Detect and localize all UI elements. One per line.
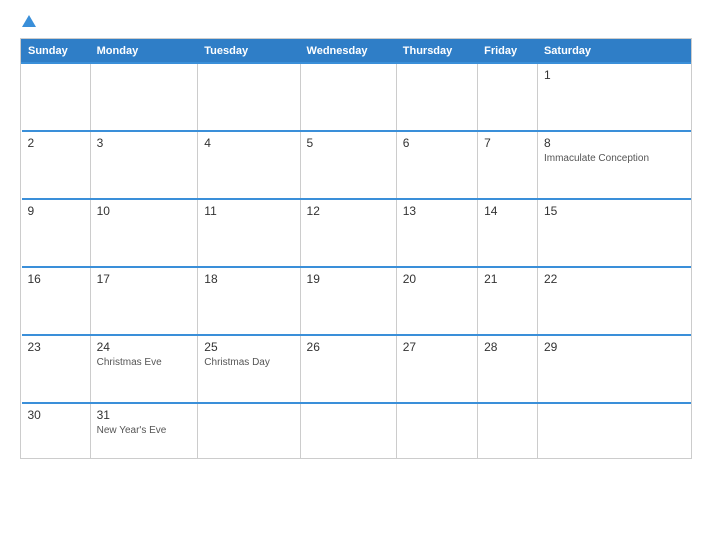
calendar-cell: 18	[198, 267, 300, 335]
calendar-cell	[396, 63, 477, 131]
calendar-cell	[478, 63, 538, 131]
weekday-header-tuesday: Tuesday	[198, 40, 300, 64]
calendar-header	[20, 16, 692, 28]
calendar-cell: 13	[396, 199, 477, 267]
day-number: 23	[28, 340, 84, 354]
calendar-cell	[396, 403, 477, 458]
calendar-cell: 28	[478, 335, 538, 403]
weekday-header-sunday: Sunday	[22, 40, 91, 64]
calendar-cell	[198, 403, 300, 458]
weekday-header-saturday: Saturday	[537, 40, 690, 64]
calendar-cell: 23	[22, 335, 91, 403]
day-number: 21	[484, 272, 531, 286]
weekday-header-wednesday: Wednesday	[300, 40, 396, 64]
day-number: 19	[307, 272, 390, 286]
calendar-cell	[478, 403, 538, 458]
calendar-week-row: 9 10 11 12 13 14 15	[22, 199, 691, 267]
day-number: 27	[403, 340, 471, 354]
day-number: 28	[484, 340, 531, 354]
calendar-cell: 4	[198, 131, 300, 199]
day-number: 16	[28, 272, 84, 286]
day-number: 4	[204, 136, 293, 150]
calendar-cell	[22, 63, 91, 131]
day-number: 20	[403, 272, 471, 286]
calendar-body: 12345678Immaculate Conception91011121314…	[22, 63, 691, 458]
event-name: Christmas Day	[204, 356, 293, 369]
calendar-cell: 24 Christmas Eve	[90, 335, 198, 403]
calendar-cell: 26	[300, 335, 396, 403]
calendar-cell: 5	[300, 131, 396, 199]
day-number: 15	[544, 204, 685, 218]
calendar-cell: 14	[478, 199, 538, 267]
calendar-cell: 30	[22, 403, 91, 458]
day-number: 24	[97, 340, 192, 354]
logo	[20, 16, 36, 28]
calendar-cell: 8 Immaculate Conception	[537, 131, 690, 199]
day-number: 9	[28, 204, 84, 218]
day-number: 30	[28, 408, 84, 422]
event-name: Immaculate Conception	[544, 152, 685, 165]
calendar-week-row: 23 24 Christmas Eve 25 Christmas Day 26 27 28 29	[22, 335, 691, 403]
day-number: 3	[97, 136, 192, 150]
day-number: 26	[307, 340, 390, 354]
weekday-header-thursday: Thursday	[396, 40, 477, 64]
calendar-cell: 17	[90, 267, 198, 335]
calendar-cell: 19	[300, 267, 396, 335]
day-number: 18	[204, 272, 293, 286]
calendar-cell: 11	[198, 199, 300, 267]
day-number: 31	[97, 408, 192, 422]
calendar-cell: 6	[396, 131, 477, 199]
calendar-cell: 31 New Year's Eve	[90, 403, 198, 458]
calendar-cell: 29	[537, 335, 690, 403]
calendar-cell	[90, 63, 198, 131]
day-number: 11	[204, 204, 293, 218]
calendar-wrapper: SundayMondayTuesdayWednesdayThursdayFrid…	[20, 38, 692, 459]
calendar-cell	[198, 63, 300, 131]
calendar-cell: 1	[537, 63, 690, 131]
calendar-cell: 27	[396, 335, 477, 403]
calendar-cell: 20	[396, 267, 477, 335]
calendar-cell: 16	[22, 267, 91, 335]
day-number: 5	[307, 136, 390, 150]
calendar-cell	[300, 403, 396, 458]
calendar-week-row: 30 31 New Year's Eve	[22, 403, 691, 458]
calendar-cell: 9	[22, 199, 91, 267]
logo-triangle-icon	[22, 15, 36, 27]
calendar-table: SundayMondayTuesdayWednesdayThursdayFrid…	[21, 39, 691, 458]
day-number: 25	[204, 340, 293, 354]
calendar-header-row: SundayMondayTuesdayWednesdayThursdayFrid…	[22, 40, 691, 64]
calendar-cell: 15	[537, 199, 690, 267]
calendar-week-row: 16 17 18 19 20 21 22	[22, 267, 691, 335]
day-number: 7	[484, 136, 531, 150]
calendar-cell: 25 Christmas Day	[198, 335, 300, 403]
calendar-cell: 21	[478, 267, 538, 335]
event-name: Christmas Eve	[97, 356, 192, 369]
day-number: 1	[544, 68, 685, 82]
calendar-week-row: 1	[22, 63, 691, 131]
calendar-cell: 10	[90, 199, 198, 267]
calendar-cell: 2	[22, 131, 91, 199]
calendar-week-row: 2345678 Immaculate Conception	[22, 131, 691, 199]
day-number: 10	[97, 204, 192, 218]
event-name: New Year's Eve	[97, 424, 192, 437]
day-number: 22	[544, 272, 685, 286]
day-number: 2	[28, 136, 84, 150]
weekday-header-monday: Monday	[90, 40, 198, 64]
calendar-cell	[300, 63, 396, 131]
calendar-cell: 7	[478, 131, 538, 199]
calendar-cell: 12	[300, 199, 396, 267]
calendar-cell: 22	[537, 267, 690, 335]
day-number: 12	[307, 204, 390, 218]
calendar-cell: 3	[90, 131, 198, 199]
weekday-header-friday: Friday	[478, 40, 538, 64]
day-number: 13	[403, 204, 471, 218]
day-number: 6	[403, 136, 471, 150]
day-number: 8	[544, 136, 685, 150]
day-number: 14	[484, 204, 531, 218]
day-number: 29	[544, 340, 685, 354]
day-number: 17	[97, 272, 192, 286]
calendar-cell	[537, 403, 690, 458]
